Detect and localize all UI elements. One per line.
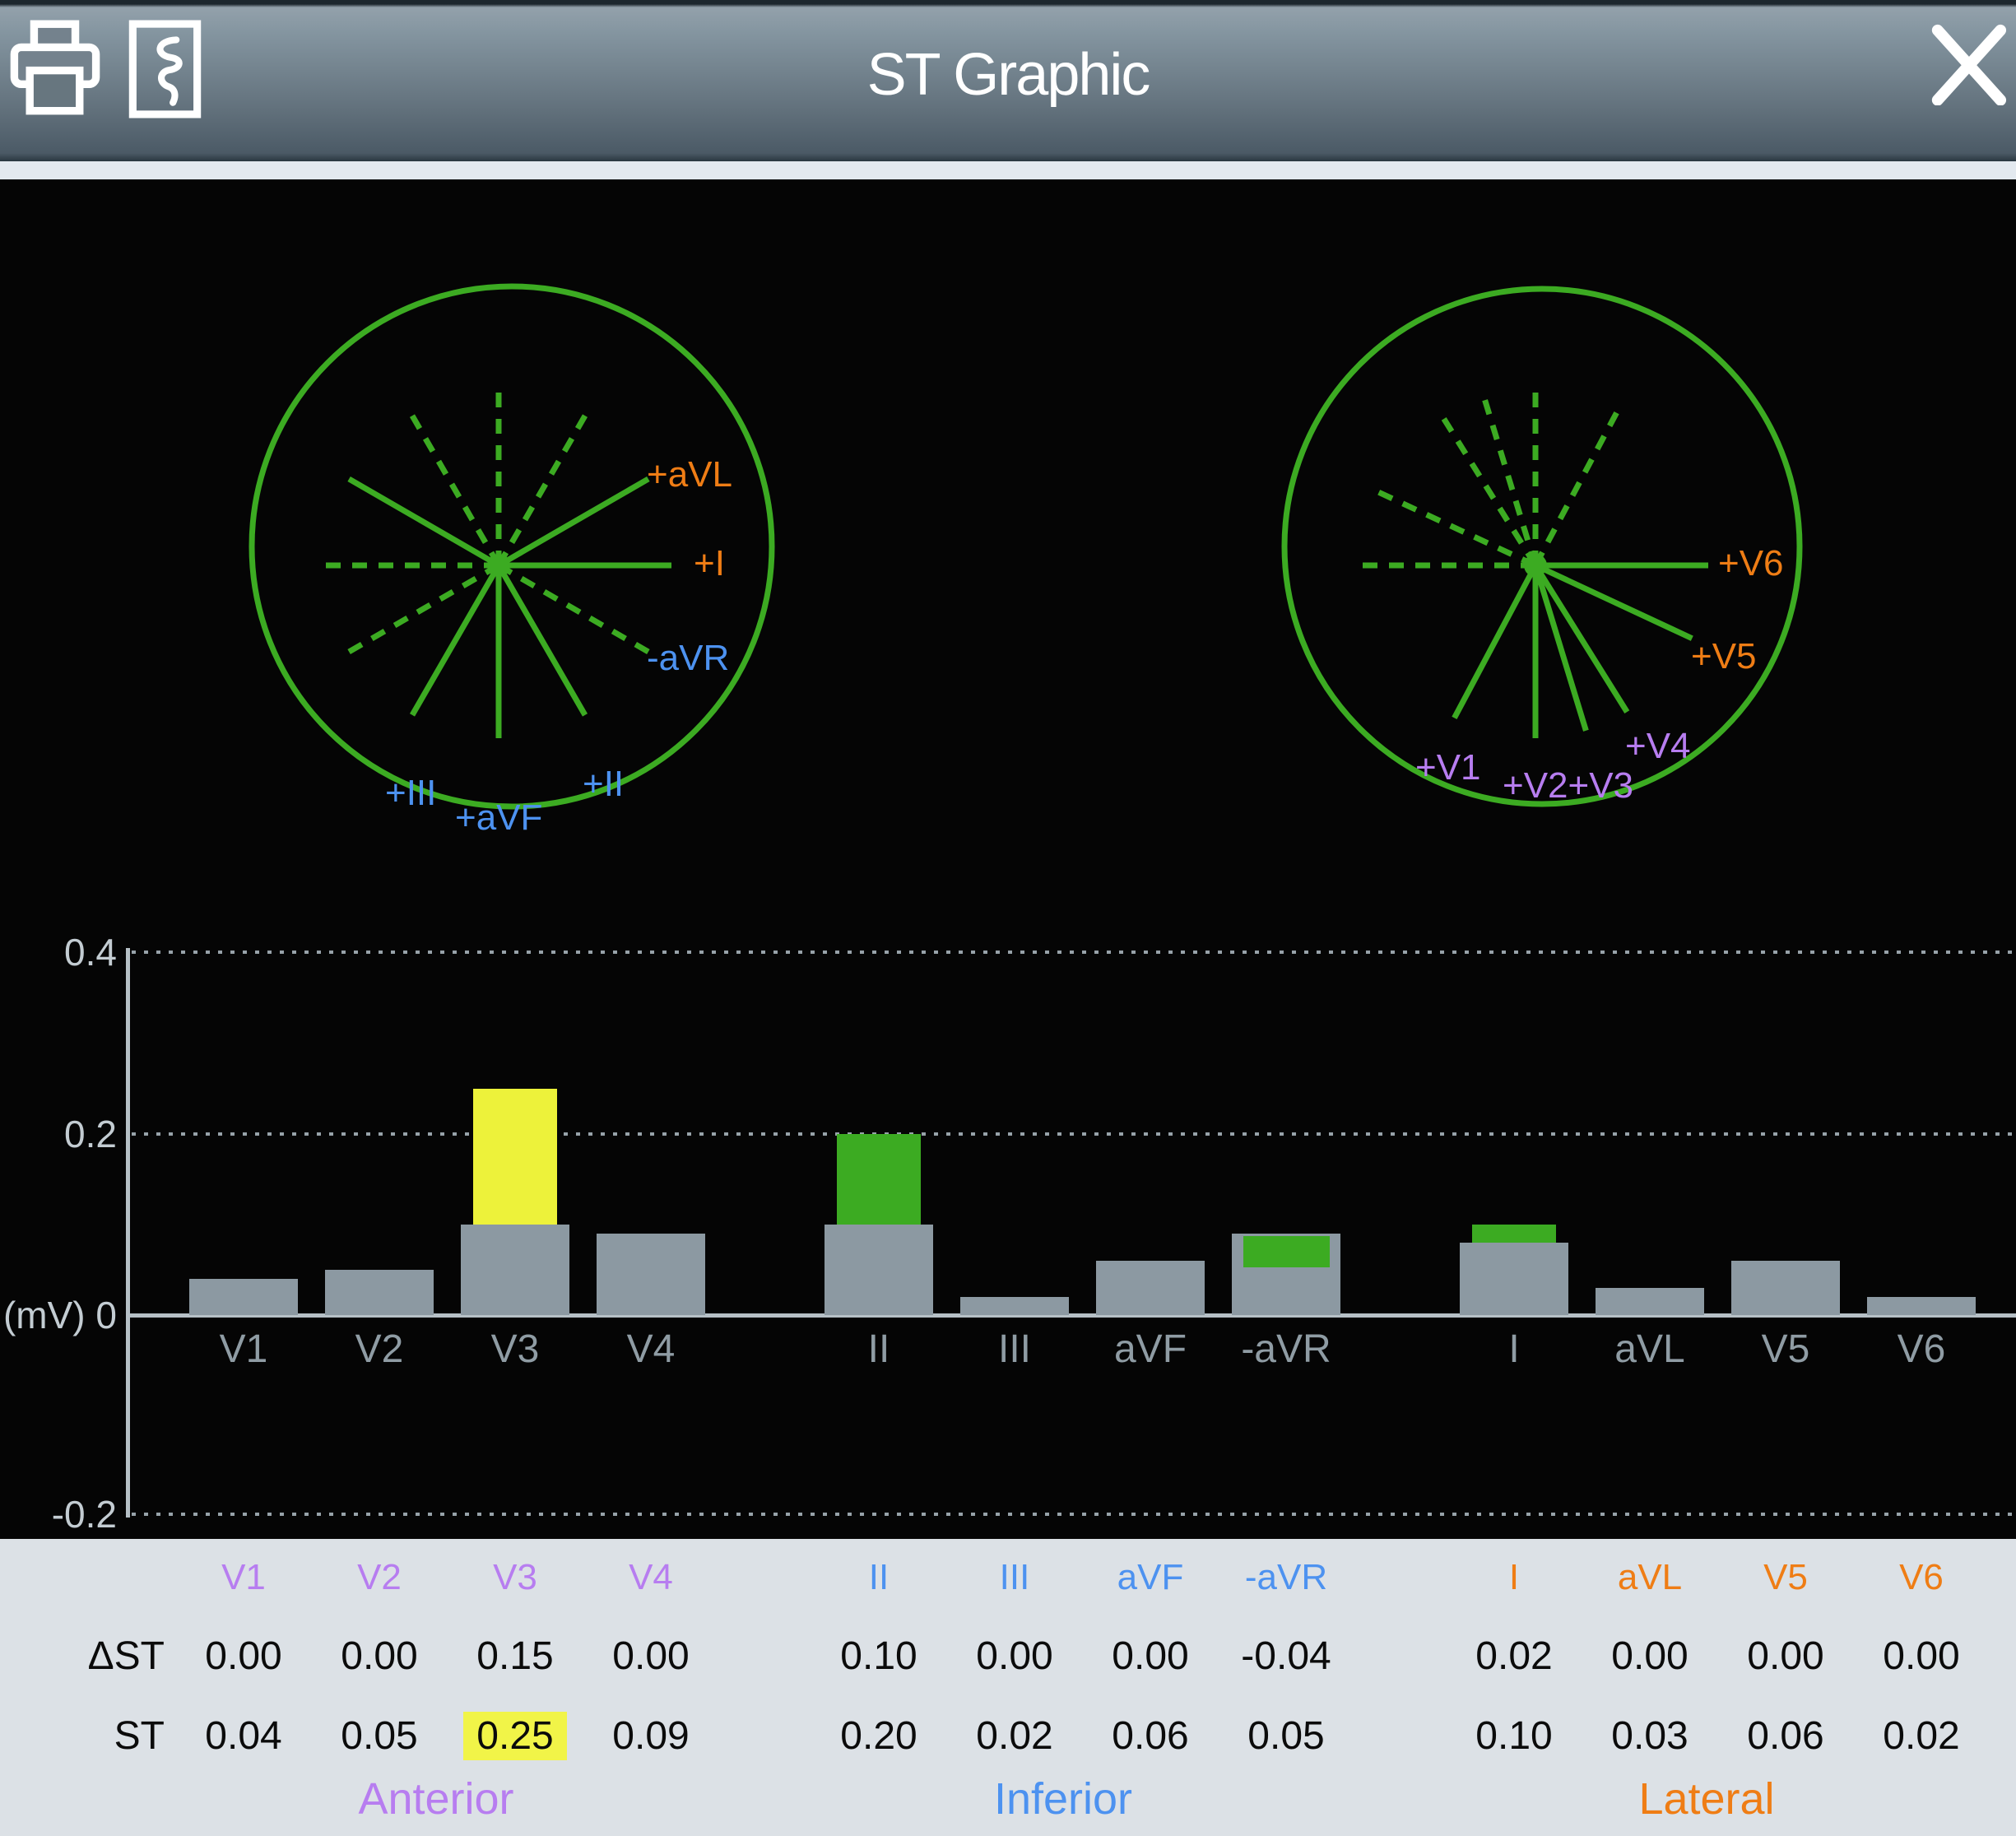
axis-label-paVF: +aVF: [455, 797, 542, 839]
bar-II: [825, 1225, 933, 1315]
bar-V5: [1731, 1261, 1840, 1315]
axis-label-paVL: +aVL: [647, 454, 732, 495]
st-value-V4: 0.09: [560, 1713, 741, 1759]
st-alarm-highlight: 0.25: [463, 1712, 566, 1760]
bar-V6: [1867, 1297, 1976, 1315]
axis-label-naVR: -aVR: [647, 638, 729, 679]
st-graphic-dialog: ST Graphic +aVL+I-aVR+II+aVF+III+V6+V5+V…: [0, 0, 2016, 1836]
lead-axis-diagrams: [0, 0, 2016, 922]
axis-label-pV5: +V5: [1691, 636, 1757, 677]
y-axis-line: [126, 948, 130, 1518]
row-label-st: ST: [33, 1713, 165, 1759]
table-header-V6: V6: [1831, 1557, 2012, 1598]
group-label-lateral: Lateral: [1638, 1773, 1774, 1824]
delta-block-I: [1472, 1225, 1556, 1243]
st-value--aVR: 0.05: [1196, 1713, 1377, 1759]
delta-st-value--aVR: -0.04: [1196, 1634, 1377, 1679]
bar-label-V6: V6: [1839, 1327, 2004, 1372]
axis-label-pV1: +V1: [1415, 747, 1481, 788]
delta-st-value-V6: 0.00: [1831, 1634, 2012, 1679]
st-values-table: ΔST ST V10.000.04V20.000.05V30.150.25V40…: [0, 1539, 2016, 1836]
bar-V2: [325, 1270, 434, 1315]
delta-st-value-V4: 0.00: [560, 1634, 741, 1679]
gridline-neg0_2: [132, 1513, 2016, 1516]
bar-III: [960, 1297, 1069, 1315]
bar-V3: [461, 1225, 569, 1315]
group-label-inferior: Inferior: [994, 1773, 1132, 1824]
axis-label-pV6: +V6: [1718, 543, 1784, 584]
bar-I: [1460, 1243, 1568, 1315]
delta-block-II: [837, 1134, 921, 1225]
y-tick-0_2: 0.2: [0, 1113, 117, 1155]
axis-label-pV4: +V4: [1625, 726, 1691, 767]
axis-label-pII: +II: [583, 764, 624, 805]
table-header-V4: V4: [560, 1557, 741, 1598]
bar-aVF: [1096, 1261, 1205, 1315]
gridline-0_2: [132, 1132, 2016, 1136]
bar-V4: [597, 1234, 705, 1315]
row-label-delta-st: ΔST: [33, 1634, 165, 1679]
bar-label-V4: V4: [569, 1327, 733, 1372]
y-tick-0: (mV) 0: [0, 1294, 117, 1336]
bar-aVL: [1596, 1288, 1704, 1315]
group-label-anterior: Anterior: [358, 1773, 513, 1824]
y-tick-neg0_2: -0.2: [0, 1493, 117, 1536]
bar-label--aVR: -aVR: [1204, 1327, 1368, 1372]
table-header--aVR: -aVR: [1196, 1557, 1377, 1598]
delta-block-V3: [473, 1089, 557, 1225]
axis-label-pV2pV3: +V2+V3: [1503, 765, 1633, 806]
delta-block--aVR: [1243, 1236, 1330, 1267]
y-axis-unit: (mV): [3, 1294, 86, 1336]
y-tick-0_4: 0.4: [0, 931, 117, 974]
st-value-V6: 0.02: [1831, 1713, 2012, 1759]
axis-label-pIII: +III: [385, 773, 436, 814]
gridline-0_4: [132, 951, 2016, 954]
axis-label-pI: +I: [694, 543, 725, 584]
bar-V1: [189, 1279, 298, 1315]
